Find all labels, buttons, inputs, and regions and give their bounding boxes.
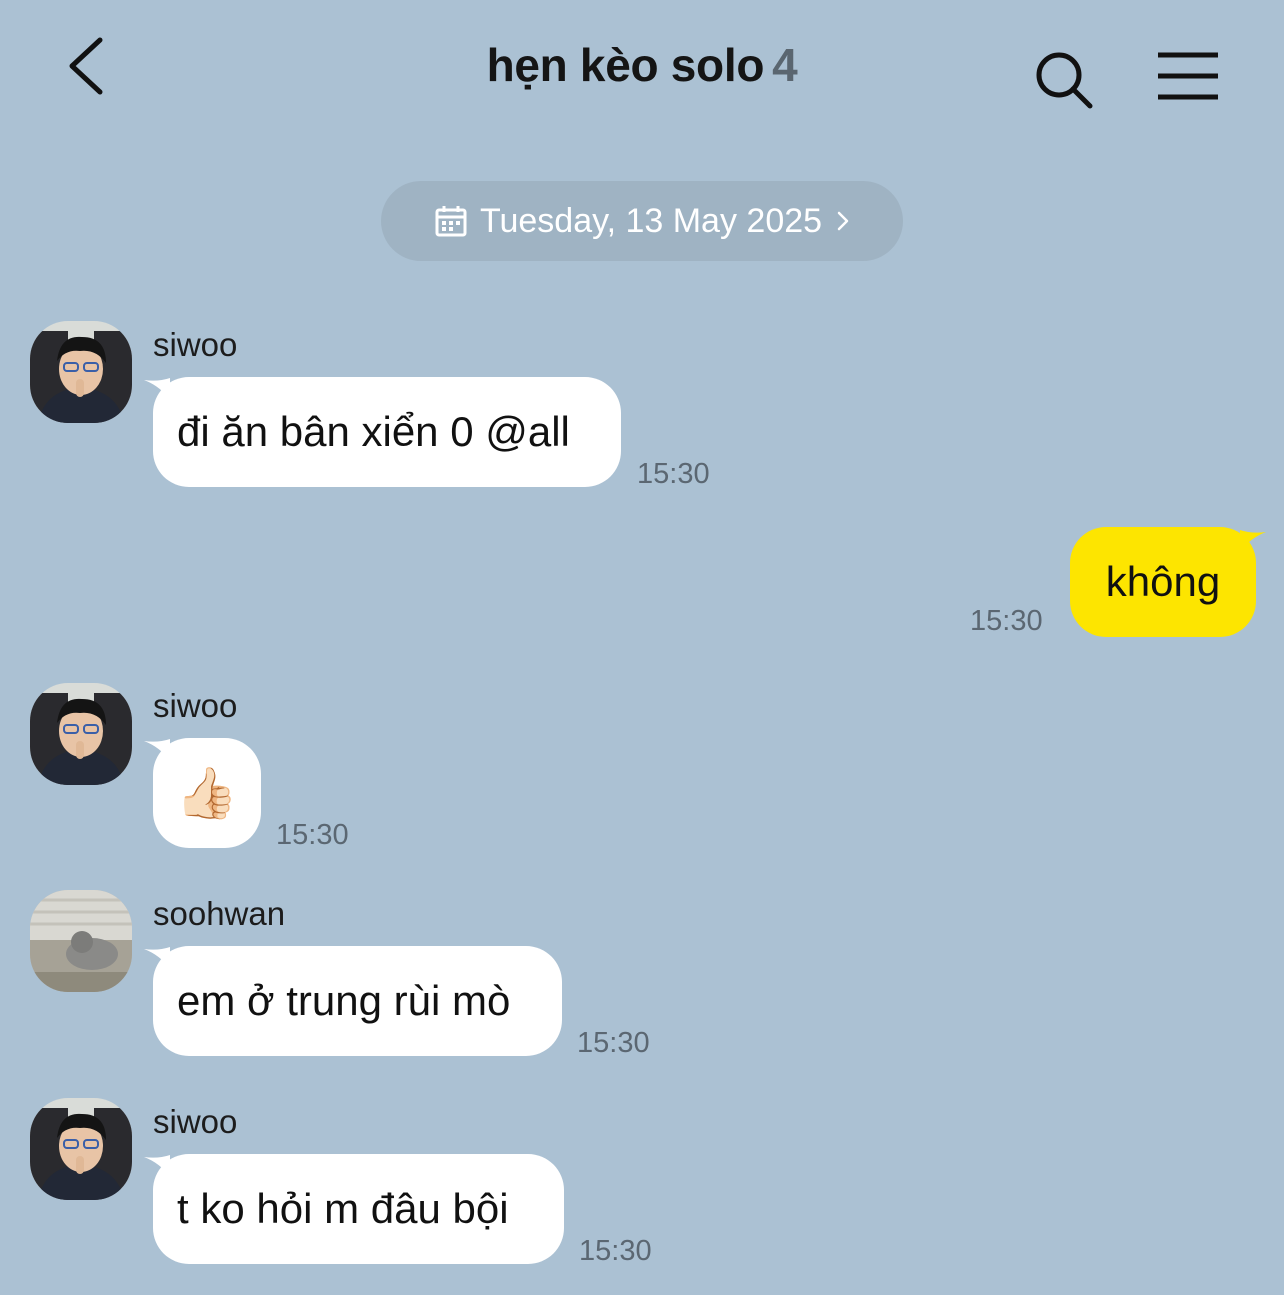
avatar-siwoo[interactable]	[30, 321, 132, 423]
calendar-icon	[435, 206, 467, 237]
sender-name: siwoo	[153, 1103, 238, 1140]
member-count: 4	[772, 39, 798, 91]
avatar-siwoo[interactable]	[30, 683, 132, 785]
message-text: t ko hỏi m đâu bội	[177, 1185, 509, 1232]
message-time: 15:30	[276, 819, 349, 851]
thumbs-up-emoji: 👍🏻	[175, 764, 239, 821]
sender-name: siwoo	[153, 687, 238, 724]
search-button[interactable]	[1032, 48, 1096, 112]
person-photo-icon	[30, 321, 132, 423]
search-icon	[1036, 52, 1093, 109]
date-divider[interactable]: Tuesday, 13 May 2025	[381, 181, 903, 261]
message-bubble[interactable]: đi ăn bân xiển 0 @all	[153, 377, 621, 487]
message-time: 15:30	[637, 458, 710, 490]
chat-title: hẹn kèo solo	[486, 39, 765, 91]
avatar-siwoo[interactable]	[30, 1098, 132, 1200]
person-photo-icon	[30, 1098, 132, 1200]
message-bubble[interactable]: 👍🏻	[153, 738, 261, 848]
message-time: 15:30	[970, 605, 1043, 637]
date-label: Tuesday, 13 May 2025	[479, 201, 823, 240]
person-photo-icon	[30, 683, 132, 785]
message-text: đi ăn bân xiển 0 @all	[177, 408, 570, 455]
message-time: 15:30	[579, 1235, 652, 1267]
message-bubble[interactable]: t ko hỏi m đâu bội	[153, 1154, 564, 1264]
my-message-bubble[interactable]: không	[1070, 527, 1256, 637]
avatar-soohwan[interactable]	[30, 890, 132, 992]
message-text: không	[1105, 558, 1221, 605]
chat-header: hẹn kèo solo 4	[0, 0, 1284, 140]
sender-name: siwoo	[153, 326, 238, 363]
message-text: em ở trung rùi mò	[177, 977, 511, 1024]
sender-name: soohwan	[153, 895, 286, 932]
menu-button[interactable]	[1154, 50, 1222, 102]
chevron-right-icon	[837, 211, 849, 231]
cat-photo-icon	[30, 890, 132, 992]
message-time: 15:30	[577, 1027, 650, 1059]
message-bubble[interactable]: em ở trung rùi mò	[153, 946, 562, 1056]
hamburger-menu-icon	[1158, 52, 1218, 100]
